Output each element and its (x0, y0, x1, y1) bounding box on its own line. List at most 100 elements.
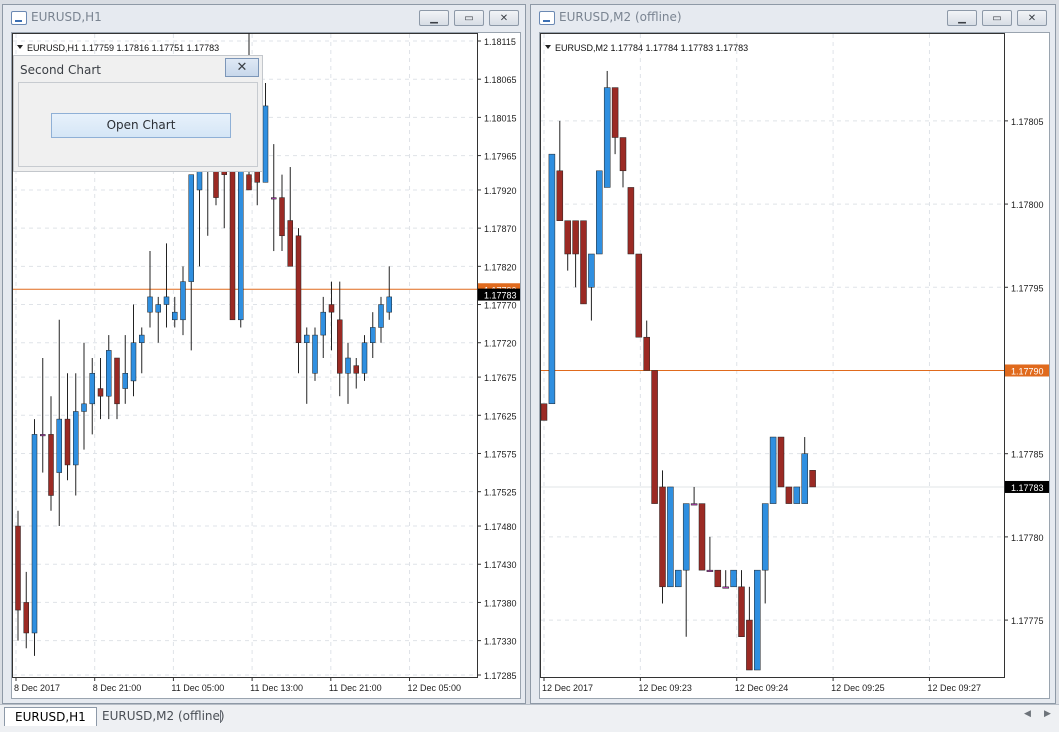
price-tick-label: 1.18015 (484, 113, 517, 123)
tab-eurusd-m2[interactable]: EURUSD,M2 (offline) (92, 707, 235, 726)
candle-body (619, 137, 627, 172)
price-tick-label: 1.17870 (484, 224, 517, 234)
candle-body (304, 334, 310, 343)
candle-body (690, 503, 698, 506)
candle-body (738, 586, 745, 637)
candle-body (122, 373, 128, 389)
time-tick-label: 11 Dec 21:00 (329, 683, 382, 693)
candle-body (287, 220, 293, 267)
time-tick-label: 12 Dec 09:27 (927, 683, 981, 693)
candle-body (130, 342, 137, 382)
close-button[interactable]: ✕ (489, 10, 519, 26)
candlestick-chart: 1.17805 1.17800 1.17795 1.17790 1.17785 1.177… (540, 33, 1049, 693)
candle-body (564, 220, 571, 255)
window-titlebar[interactable]: EURUSD,M2 (offline) ▁ ▭ ✕ (531, 5, 1055, 31)
candle-body (106, 350, 112, 397)
candle-body (31, 434, 38, 634)
scroll-left-icon[interactable]: ◀ (1024, 709, 1031, 719)
tab-eurusd-h1[interactable]: EURUSD,H1 (4, 707, 97, 726)
candle-body (56, 418, 62, 473)
price-tick-label: 1.17380 (484, 598, 517, 608)
minimize-icon: ▁ (958, 12, 966, 24)
candle-body (271, 197, 277, 200)
restore-button[interactable]: ▭ (982, 10, 1012, 26)
candle-body (730, 569, 737, 588)
candle-body (643, 336, 650, 371)
minimize-button[interactable]: ▁ (419, 10, 449, 26)
candle-body (238, 166, 244, 321)
dialog-body: Open Chart (18, 82, 258, 167)
candle-body (246, 174, 252, 191)
candle-body (97, 388, 104, 397)
candle-body (667, 486, 674, 588)
price-tick-label: 1.17330 (484, 637, 517, 647)
candle-body (279, 197, 285, 237)
candle-body (89, 373, 95, 405)
candle-body (572, 220, 579, 255)
candle-body (588, 253, 595, 288)
candle-body (769, 436, 777, 504)
window-title: EURUSD,M2 (offline) (559, 10, 682, 24)
close-button[interactable]: ✕ (1017, 10, 1047, 26)
price-tick-label: 1.17480 (484, 522, 517, 532)
candle-body (675, 569, 682, 588)
candle-body (785, 486, 793, 504)
close-icon: ✕ (499, 12, 509, 24)
minimize-icon: ▁ (430, 12, 438, 24)
candle-body (15, 525, 21, 611)
chart-window-icon (539, 11, 555, 25)
candle-body (114, 357, 120, 405)
time-tick-label: 12 Dec 09:25 (831, 683, 885, 693)
candle-body (386, 296, 392, 313)
candle-body (337, 319, 343, 374)
time-tick-label: 8 Dec 2017 (14, 683, 60, 693)
candle-body (155, 304, 161, 313)
restore-button[interactable]: ▭ (454, 10, 484, 26)
candle-body (361, 342, 368, 374)
candle-body (188, 174, 194, 282)
time-tick-label: 12 Dec 05:00 (408, 683, 462, 693)
second-chart-dialog[interactable]: Second Chart ✕ Open Chart (13, 55, 263, 172)
dialog-close-button[interactable]: ✕ (225, 58, 259, 77)
candle-body (23, 602, 29, 634)
current-price-label: 1.17783 (1011, 483, 1044, 493)
candle-body (370, 327, 376, 343)
price-tick-label: 1.17775 (1011, 616, 1044, 626)
price-tick-label: 1.17675 (484, 373, 517, 383)
candle-body (229, 166, 236, 321)
time-tick-label: 11 Dec 05:00 (171, 683, 224, 693)
chart-info-line: EURUSD,H1 1.17759 1.17816 1.17751 1.1778… (27, 43, 219, 53)
price-tick-label: 1.17805 (1011, 117, 1044, 127)
chart-window-eurusd-m2[interactable]: EURUSD,M2 (offline) ▁ ▭ ✕ 1.17805 1.17800… (530, 4, 1056, 704)
candle-body (627, 187, 635, 255)
candle-body (345, 357, 351, 374)
chart-area[interactable]: 1.17805 1.17800 1.17795 1.17790 1.17785 1.177… (539, 32, 1050, 699)
scroll-right-icon[interactable]: ▶ (1044, 709, 1051, 719)
candle-body (163, 296, 170, 305)
candle-body (556, 170, 564, 221)
price-tick-label: 1.17795 (1011, 283, 1044, 293)
candle-body (320, 311, 326, 336)
time-tick-label: 11 Dec 13:00 (250, 683, 303, 693)
candle-body (548, 153, 556, 405)
time-tick-label: 12 Dec 2017 (542, 683, 593, 693)
dialog-title: Second Chart (20, 63, 101, 77)
candle-body (64, 418, 71, 466)
price-tick-label: 1.17965 (484, 152, 517, 162)
candle-body (651, 370, 658, 504)
candle-body (73, 411, 79, 466)
candle-body (40, 434, 46, 437)
candle-body (328, 304, 335, 313)
price-tick-label: 1.17820 (484, 262, 517, 272)
candle-body (659, 486, 666, 588)
candle-body (48, 434, 54, 496)
chart-tab-bar: EURUSD,H1 EURUSD,M2 (offline) ◀ ▶ (0, 704, 1059, 732)
open-chart-button[interactable]: Open Chart (51, 113, 231, 138)
price-tick-label: 1.17780 (1011, 533, 1044, 543)
price-tick-label: 1.17525 (484, 488, 517, 498)
candle-body (81, 403, 87, 412)
minimize-button[interactable]: ▁ (947, 10, 977, 26)
price-tick-label: 1.17920 (484, 186, 517, 196)
candle-body (172, 311, 178, 321)
window-titlebar[interactable]: EURUSD,H1 ▁ ▭ ✕ (3, 5, 525, 31)
